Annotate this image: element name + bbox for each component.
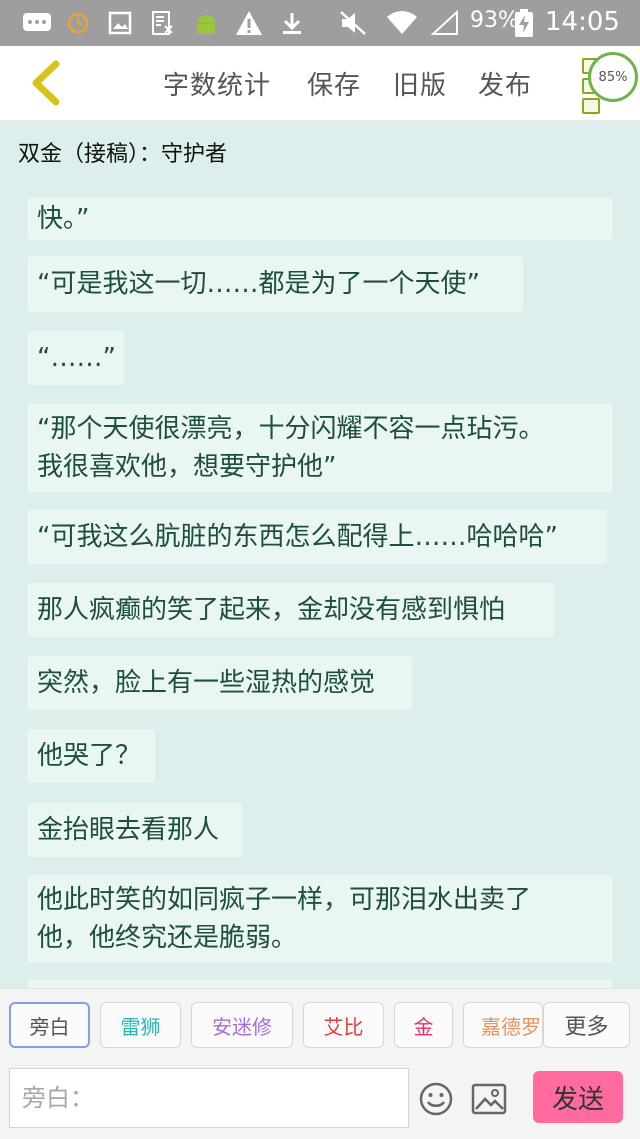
message-bubble[interactable]: 他哭了？ [27,729,155,783]
role-chip-jiadeluosi[interactable]: 嘉德罗斯 [463,1002,543,1048]
message-icon [20,9,54,37]
message-bubble-partial[interactable] [27,980,613,988]
role-chip-leishi[interactable]: 雷狮 [100,1002,181,1048]
more-roles-button[interactable]: 更多 [543,1002,630,1048]
battery-percent: 93% [470,8,519,33]
old-version-button[interactable]: 旧版 [393,65,447,102]
role-chip-label: 旁白 [29,1014,70,1039]
message-input-box[interactable] [9,1068,409,1128]
role-chip-label: 艾比 [323,1014,364,1039]
role-chip-narrator[interactable]: 旁白 [9,1002,90,1048]
sim-icon [148,9,176,37]
battery-icon [513,9,535,37]
back-arrow-icon [32,60,60,106]
picture-icon [471,1083,507,1115]
signal-icon [430,9,460,37]
role-chip-label: 雷狮 [120,1014,161,1039]
top-toolbar: 字数统计 保存 旧版 发布 85% [0,46,640,121]
role-chip-label: 金 [413,1014,434,1039]
message-bubble[interactable]: “可是我这一切……都是为了一个天使” [27,256,523,312]
save-button[interactable]: 保存 [307,65,361,102]
send-button[interactable]: 发送 [533,1071,623,1123]
composer: 旁白 雷狮 安迷修 艾比 金 嘉德罗斯 更多 发送 [0,988,640,1139]
progress-badge: 85% [588,52,638,102]
sync-icon [64,9,92,37]
role-chip-aibi[interactable]: 艾比 [303,1002,384,1048]
role-chip-label: 安迷修 [212,1014,272,1039]
message-bubble[interactable]: 他此时笑的如同疯子一样，可那泪水出卖了 他，他终究还是脆弱。 [27,875,613,963]
message-bubble[interactable]: “……” [27,331,124,385]
role-chip-jin[interactable]: 金 [394,1002,453,1048]
message-bubble[interactable]: 突然，脸上有一些湿热的感觉 [27,656,412,710]
role-chip-anmixiu[interactable]: 安迷修 [191,1002,293,1048]
mute-icon [338,9,368,37]
android-icon [192,9,220,37]
message-bubble[interactable]: “可我这么肮脏的东西怎么配得上……哈哈哈” [27,510,607,564]
emoji-icon [419,1082,453,1116]
word-count-button[interactable]: 字数统计 [163,65,271,102]
warning-icon [234,9,264,37]
wifi-icon [386,9,418,37]
publish-button[interactable]: 发布 [478,65,532,102]
message-list[interactable]: 快。” “可是我这一切……都是为了一个天使” “……” “那个天使很漂亮，十分闪… [0,196,640,988]
message-bubble[interactable]: “那个天使很漂亮，十分闪耀不容一点玷污。 我很喜欢他，想要守护他” [27,404,613,492]
message-bubble[interactable]: 那人疯癫的笑了起来，金却没有感到惧怕 [27,583,554,637]
picture-button[interactable] [469,1079,509,1119]
emoji-button[interactable] [416,1079,456,1119]
download-icon [278,9,306,37]
image-icon [106,9,134,37]
message-bubble[interactable]: 金抬眼去看那人 [27,803,242,857]
message-bubble[interactable]: 快。” [27,198,613,240]
clock: 14:05 [545,7,620,37]
menu-icon-square [582,98,600,114]
back-button[interactable] [20,54,70,112]
message-input[interactable] [10,1069,408,1127]
role-chip-label: 嘉德罗斯 [481,1014,542,1039]
status-bar: 93% 14:05 [0,0,640,46]
chat-title: 双金（接稿）：守护者 [18,142,228,167]
